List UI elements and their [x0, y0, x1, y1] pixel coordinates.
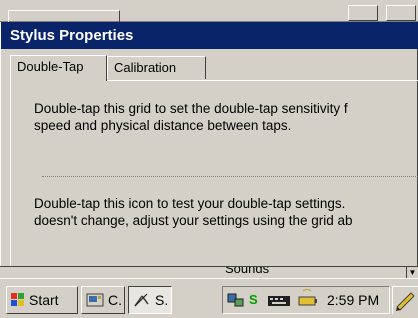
instruction-line: Double-tap this grid to set the double-t…	[34, 101, 348, 116]
stylus-icon	[134, 293, 149, 307]
double-tap-test-instructions[interactable]: Double-tap this icon to test your double…	[34, 195, 418, 229]
stylus-properties-dialog: Stylus Properties Double-Tap Calibration	[0, 22, 418, 270]
keyboard-icon[interactable]	[267, 293, 291, 307]
double-tap-grid-instructions[interactable]: Double-tap this grid to set the double-t…	[34, 100, 418, 134]
taskbar-button-label: S.	[155, 292, 169, 308]
background-tab	[8, 10, 120, 22]
tray-s-icon[interactable]: S	[249, 293, 258, 307]
background-list: Sounds ▼	[0, 266, 418, 278]
instruction-line: doesn't change, adjust your settings usi…	[34, 213, 353, 228]
tab-calibration[interactable]: Calibration	[107, 56, 206, 79]
background-window-button[interactable]	[386, 5, 416, 21]
desktop-icon-button[interactable]	[392, 286, 418, 314]
taskbar: Start C. S. S 2:59 PM	[0, 278, 418, 318]
dialog-title: Stylus Properties	[1, 22, 418, 49]
clock[interactable]: 2:59 PM	[327, 291, 379, 309]
scroll-down-arrow-icon[interactable]: ▼	[406, 267, 418, 278]
sounds-list-item[interactable]: Sounds	[225, 267, 269, 276]
system-tray: S 2:59 PM	[222, 286, 390, 314]
connectivity-icon[interactable]	[227, 293, 245, 307]
background-window	[0, 0, 418, 22]
taskbar-button-stylus[interactable]: S.	[128, 286, 172, 314]
start-button[interactable]: Start	[6, 286, 78, 314]
taskbar-button-control-panel[interactable]: C.	[81, 286, 125, 314]
instruction-line: speed and physical distance between taps…	[34, 118, 292, 133]
background-window-button[interactable]	[348, 5, 378, 21]
taskbar-button-label: C.	[108, 292, 122, 308]
double-tap-grid-divider	[42, 176, 418, 177]
windows-logo-icon	[11, 293, 25, 307]
control-panel-icon	[86, 293, 104, 307]
start-label: Start	[29, 292, 59, 308]
tab-double-tap[interactable]: Double-Tap	[10, 55, 107, 81]
instruction-line: Double-tap this icon to test your double…	[34, 196, 346, 211]
pencil-icon	[396, 292, 415, 311]
battery-icon[interactable]	[295, 289, 319, 309]
